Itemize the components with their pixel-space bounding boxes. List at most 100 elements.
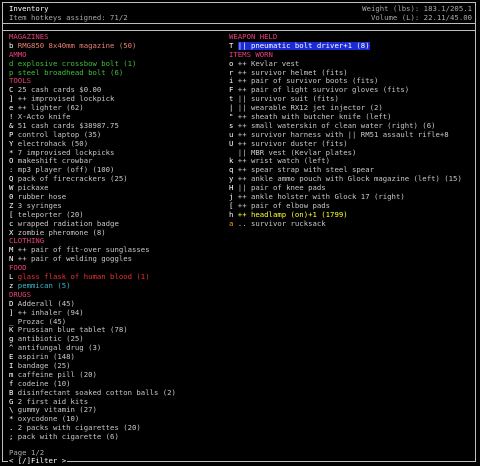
inventory-item-2-first-aid-kits[interactable]: G 2 first aid kits	[9, 398, 227, 407]
item-hotkey: q	[229, 166, 238, 175]
inventory-item-small-waterskin-of-clean-water-right-6[interactable]: s ++ small waterskin of clean water (rig…	[229, 122, 474, 131]
inventory-item-inhaler-94[interactable]: ] ++ inhaler (94)	[9, 309, 227, 318]
inventory-item-x-acto-knife[interactable]: ! X-Acto knife	[9, 113, 227, 122]
inventory-item-mp3-player-off-100[interactable]: : mp3 player (off) (100)	[9, 166, 227, 175]
inventory-item-pemmican-5[interactable]: z pemmican (5)	[9, 282, 227, 291]
item-label: ++ pair of fit-over sunglasses	[17, 246, 150, 255]
inventory-item-caffeine-pill-20[interactable]: m caffeine pill (20)	[9, 371, 227, 380]
inventory-item-improvised-lockpick[interactable]: ] ++ improvised lockpick	[9, 95, 227, 104]
inventory-item-survivor-harness-with-rm51-assault-rifle-8[interactable]: u ++ survivor harness with || RM51 assau…	[229, 131, 474, 140]
item-hotkey: I	[9, 361, 18, 370]
item-hotkey: H	[229, 184, 238, 193]
worn-items-list: WEAPON HELD T || pneumatic bolt driver+1 …	[229, 33, 474, 229]
inventory-item-3-syringes[interactable]: Z 3 syringes	[9, 202, 227, 211]
item-hotkey: e	[9, 104, 18, 113]
inventory-item-pickaxe[interactable]: W pickaxe	[9, 184, 227, 193]
inventory-item-kevlar-vest[interactable]: o ++ Kevlar vest	[229, 60, 474, 69]
inventory-item-pair-of-knee-pads[interactable]: H || pair of knee pads	[229, 184, 474, 193]
inventory-item-51-cash-cards-38987-75[interactable]: & 51 cash cards $38987.75	[9, 122, 227, 131]
inventory-item-glass-flask-of-human-blood-1[interactable]: L glass flask of human blood (1)	[9, 273, 227, 282]
item-label: disinfectant soaked cotton balls (2)	[17, 388, 176, 397]
inventory-item-gummy-vitamin-27[interactable]: \ gummy vitamin (27)	[9, 406, 227, 415]
inventory-item-survivor-helmet-fits[interactable]: r ++ survivor helmet (fits)	[229, 69, 474, 78]
item-label: 3 syringes	[17, 201, 62, 210]
item-hotkey: X	[9, 228, 18, 237]
item-hotkey: :	[9, 166, 18, 175]
inventory-item-bandage-25[interactable]: I bandage (25)	[9, 362, 227, 371]
item-hotkey: K	[9, 326, 18, 335]
inventory-item-headlamp-on-1-1799[interactable]: h ++ headlamp (on)+1 (1799)	[229, 211, 474, 220]
inventory-item-teleporter-20[interactable]: [ teleporter (20)	[9, 211, 227, 220]
inventory-item-pair-of-elbow-pads[interactable]: [ ++ pair of elbow pads	[229, 202, 474, 211]
item-hotkey: *	[9, 415, 18, 424]
item-hotkey: y	[229, 175, 238, 184]
item-hotkey: D	[9, 299, 18, 308]
inventory-item-rmg850-8x40mm-magazine-50[interactable]: b RMG850 8x40mm magazine (50)	[9, 42, 227, 51]
inventory-item-ankle-holster-with-glock-17-right[interactable]: j ++ ankle holster with Glock 17 (right)	[229, 193, 474, 202]
inventory-item-sheath-with-butcher-knife-left[interactable]: " ++ sheath with butcher knife (left)	[229, 113, 474, 122]
inventory-item-wearable-rx12-jet-injector-2[interactable]: | || wearable RX12 jet injector (2)	[229, 104, 474, 113]
inventory-item-pack-of-firecrackers-25[interactable]: Q pack of firecrackers (25)	[9, 175, 227, 184]
inventory-item-lighter-62[interactable]: e ++ lighter (62)	[9, 104, 227, 113]
inventory-item-prussian-blue-tablet-78[interactable]: K Prussian blue tablet (78)	[9, 326, 227, 335]
inventory-item-pack-with-cigarette-6[interactable]: ; pack with cigarette (6)	[9, 433, 227, 442]
inventory-item-zombie-pheromone-8[interactable]: X zombie pheromone (8)	[9, 229, 227, 238]
filter-button[interactable]: < [/]Filter >	[8, 456, 68, 466]
header-divider-2	[3, 30, 476, 31]
item-label: ++ pair of light survivor gloves (fits)	[237, 86, 410, 95]
inventory-item-adderall-45[interactable]: D Adderall (45)	[9, 300, 227, 309]
item-label: ++ spear strap with steel spear	[237, 166, 374, 175]
inventory-item-pneumatic-bolt-driver-1-8[interactable]: T || pneumatic bolt driver+1 (8)	[229, 41, 474, 51]
item-hotkey: t	[229, 95, 238, 104]
category-header-items-worn: ITEMS WORN	[229, 50, 273, 59]
item-label: || MBR vest (Kevlar plates)	[237, 148, 357, 157]
item-label: control laptop (35)	[17, 130, 102, 139]
inventory-item-ankle-ammo-pouch-with-glock-magazine-left-15[interactable]: y ++ ankle ammo pouch with Glock magazin…	[229, 175, 474, 184]
item-label: pemmican (5)	[17, 281, 71, 290]
inventory-item-wrapped-radiation-badge[interactable]: c wrapped radiation badge	[9, 220, 227, 229]
inventory-item-pair-of-survivor-boots-fits[interactable]: i ++ pair of survivor boots (fits)	[229, 77, 474, 86]
inventory-item-spear-strap-with-steel-spear[interactable]: q ++ spear strap with steel spear	[229, 166, 474, 175]
inventory-item-prozac-45[interactable]: _ Prozac (45)	[9, 318, 227, 327]
inventory-item-2-packs-with-cigarettes-20[interactable]: . 2 packs with cigarettes (20)	[9, 424, 227, 433]
inventory-item-aspirin-148[interactable]: E aspirin (148)	[9, 353, 227, 362]
item-hotkey: P	[9, 130, 18, 139]
inventory-item-electrohack-50[interactable]: Y electrohack (50)	[9, 140, 227, 149]
inventory-item-mbr-vest-kevlar-plates[interactable]: || MBR vest (Kevlar plates)	[229, 149, 474, 158]
inventory-item-pair-of-fit-over-sunglasses[interactable]: M ++ pair of fit-over sunglasses	[9, 246, 227, 255]
item-label: ++ wrist watch (left)	[237, 157, 331, 166]
item-hotkey: M	[9, 246, 18, 255]
inventory-item-pair-of-light-survivor-gloves-fits[interactable]: F ++ pair of light survivor gloves (fits…	[229, 86, 474, 95]
inventory-item-pair-of-welding-goggles[interactable]: N ++ pair of welding goggles	[9, 255, 227, 264]
item-hotkey: m	[9, 370, 18, 379]
inventory-item-survivor-suit-fits[interactable]: t || survivor suit (fits)	[229, 95, 474, 104]
item-hotkey: ]	[9, 308, 18, 317]
item-hotkey: u	[229, 130, 238, 139]
inventory-item-explosive-crossbow-bolt-1[interactable]: d explosive crossbow bolt (1)	[9, 60, 227, 69]
item-label: explosive crossbow bolt (1)	[17, 59, 137, 68]
item-label: ++ survivor duster (fits)	[237, 139, 348, 148]
inventory-item-codeine-10[interactable]: f codeine (10)	[9, 380, 227, 389]
inventory-item-steel-broadhead-bolt-6[interactable]: p steel broadhead bolt (6)	[9, 69, 227, 78]
item-label: ++ pair of welding goggles	[17, 255, 133, 264]
item-label: makeshift crowbar	[17, 157, 93, 166]
item-hotkey: Y	[9, 139, 18, 148]
inventory-item-survivor-rucksack[interactable]: a .. survivor rucksack	[229, 220, 474, 229]
inventory-item-antifungal-drug-3[interactable]: ^ antifungal drug (3)	[9, 344, 227, 353]
inventory-item-survivor-duster-fits[interactable]: U ++ survivor duster (fits)	[229, 140, 474, 149]
inventory-item-25-cash-cards-0-00[interactable]: C 25 cash cards $0.00	[9, 86, 227, 95]
inventory-item-antibiotic-25[interactable]: g antibiotic (25)	[9, 335, 227, 344]
inventory-item-7-improvised-lockpicks[interactable]: * 7 improvised lockpicks	[9, 149, 227, 158]
inventory-item-wrist-watch-left[interactable]: k ++ wrist watch (left)	[229, 157, 474, 166]
item-hotkey: 0	[9, 193, 18, 202]
inventory-item-disinfectant-soaked-cotton-balls-2[interactable]: B disinfectant soaked cotton balls (2)	[9, 389, 227, 398]
item-label: antibiotic (25)	[17, 335, 84, 344]
item-label: 25 cash cards $0.00	[17, 86, 102, 95]
item-hotkey: [	[9, 210, 18, 219]
inventory-item-control-laptop-35[interactable]: P control laptop (35)	[9, 131, 227, 140]
inventory-item-rubber-hose[interactable]: 0 rubber hose	[9, 193, 227, 202]
item-label: aspirin (148)	[17, 353, 75, 362]
inventory-item-makeshift-crowbar[interactable]: O makeshift crowbar	[9, 157, 227, 166]
inventory-item-oxycodone-10[interactable]: * oxycodone (10)	[9, 415, 227, 424]
item-label: Prozac (45)	[17, 317, 67, 326]
